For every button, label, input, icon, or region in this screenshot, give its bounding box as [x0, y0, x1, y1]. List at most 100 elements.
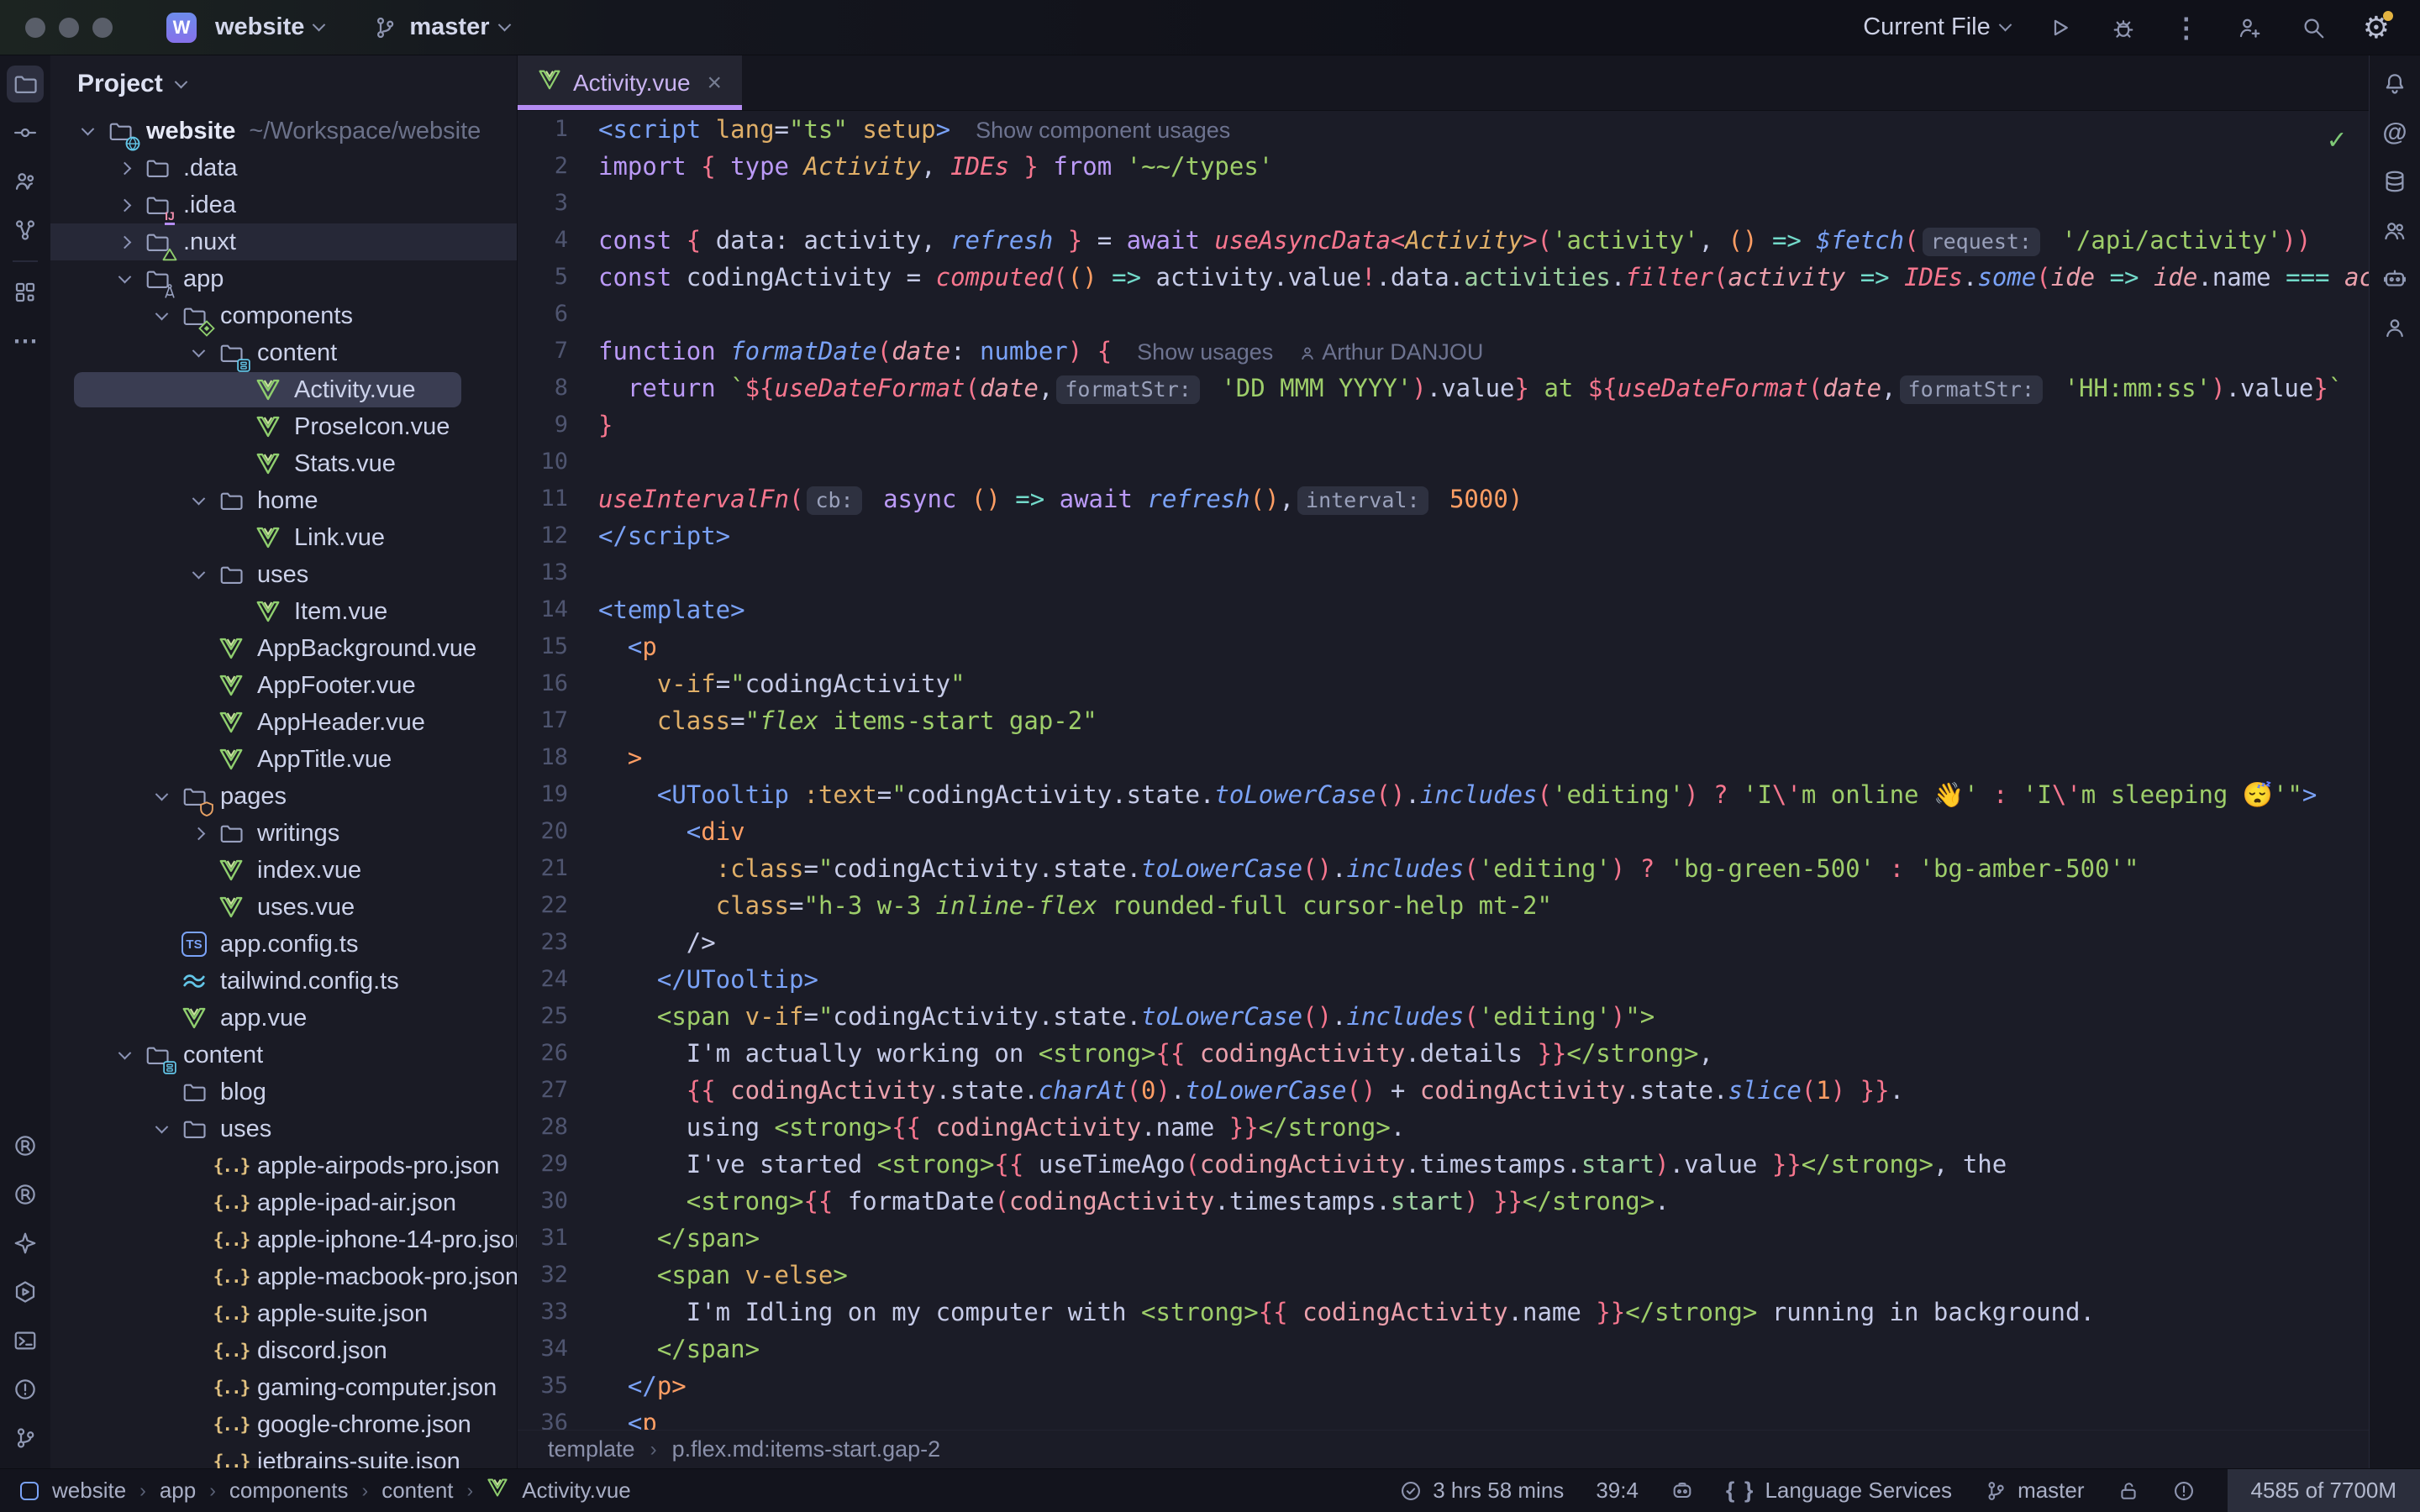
- tree-row-google-chrome.json[interactable]: {..}google-chrome.json: [50, 1406, 517, 1443]
- close-window-icon[interactable]: [25, 18, 45, 38]
- tree-row-.data[interactable]: .data: [50, 150, 517, 186]
- caret-position-widget[interactable]: 39:4: [1596, 1469, 1639, 1512]
- code-line-25[interactable]: 25 <span v-if="codingActivity.state.toLo…: [518, 998, 2369, 1035]
- author-hint[interactable]: Arthur DANJOU: [1298, 339, 1483, 365]
- tree-row-apple-airpods-pro.json[interactable]: {..}apple-airpods-pro.json: [50, 1147, 517, 1184]
- code-line-20[interactable]: 20 <div: [518, 813, 2369, 850]
- add-user-button[interactable]: [2235, 13, 2264, 42]
- code-line-4[interactable]: 4const { data: activity, refresh } = awa…: [518, 222, 2369, 259]
- terminal-tool-button[interactable]: [7, 1322, 44, 1359]
- code-line-19[interactable]: 19 <UTooltip :text="codingActivity.state…: [518, 776, 2369, 813]
- tree-row-app[interactable]: app: [50, 260, 517, 297]
- status-breadcrumb[interactable]: website›app›components›content›Activity.…: [20, 1469, 631, 1512]
- code-line-21[interactable]: 21 :class="codingActivity.state.toLowerC…: [518, 850, 2369, 887]
- project-panel-header[interactable]: Project: [50, 55, 517, 113]
- tree-row-apple-iphone-14-pro.json[interactable]: {..}apple-iphone-14-pro.json: [50, 1221, 517, 1258]
- code-line-29[interactable]: 29 I've started <strong>{{ useTimeAgo(co…: [518, 1146, 2369, 1183]
- chevron-right-icon[interactable]: [118, 235, 131, 249]
- lock-widget[interactable]: [2117, 1469, 2140, 1512]
- code-line-5[interactable]: 5const codingActivity = computed(() => a…: [518, 259, 2369, 296]
- tree-row-Activity.vue[interactable]: Activity.vue: [50, 371, 517, 408]
- code-line-13[interactable]: 13: [518, 554, 2369, 591]
- branch-widget[interactable]: master: [371, 13, 508, 42]
- code-line-2[interactable]: 2import { type Activity, IDEs } from '~~…: [518, 148, 2369, 185]
- project-tool-button[interactable]: [7, 66, 44, 102]
- tree-row-Item.vue[interactable]: Item.vue: [50, 593, 517, 630]
- minimize-window-icon[interactable]: [59, 18, 79, 38]
- tab-activity-vue[interactable]: Activity.vue ×: [518, 55, 742, 110]
- code-line-12[interactable]: 12</script>: [518, 517, 2369, 554]
- run-config-selector[interactable]: Current File: [1863, 13, 2010, 41]
- tree-row-.idea[interactable]: IJ.idea: [50, 186, 517, 223]
- language-services-widget[interactable]: { } Language Services: [1726, 1469, 1952, 1512]
- code-line-16[interactable]: 16 v-if="codingActivity": [518, 665, 2369, 702]
- code-line-24[interactable]: 24 </UTooltip>: [518, 961, 2369, 998]
- tree-row-home[interactable]: home: [50, 482, 517, 519]
- code-line-23[interactable]: 23 />: [518, 924, 2369, 961]
- r-tool-button[interactable]: [7, 1127, 44, 1164]
- tree-row-apple-macbook-pro.json[interactable]: {..}apple-macbook-pro.json: [50, 1258, 517, 1295]
- tree-row-index.vue[interactable]: index.vue: [50, 852, 517, 889]
- search-everywhere-button[interactable]: [2299, 13, 2328, 42]
- vcs-graph-tool-button[interactable]: [7, 212, 44, 249]
- collaboration-users-icon[interactable]: [2376, 212, 2413, 249]
- mention-icon[interactable]: @: [2376, 114, 2413, 151]
- profile-icon[interactable]: [2376, 309, 2413, 346]
- code-line-6[interactable]: 6: [518, 296, 2369, 333]
- version-control-tool-button[interactable]: [7, 1420, 44, 1457]
- tree-row-writings[interactable]: writings: [50, 815, 517, 852]
- tree-row-app.config.ts[interactable]: TSapp.config.ts: [50, 926, 517, 963]
- chevron-down-icon[interactable]: [192, 344, 205, 357]
- tree-row-apple-suite.json[interactable]: {..}apple-suite.json: [50, 1295, 517, 1332]
- inspections-widget[interactable]: [2172, 1469, 2196, 1512]
- chevron-down-icon[interactable]: [155, 787, 168, 801]
- code-line-15[interactable]: 15 <p: [518, 628, 2369, 665]
- chevron-down-icon[interactable]: [155, 1120, 168, 1133]
- code-line-31[interactable]: 31 </span>: [518, 1220, 2369, 1257]
- tree-row-AppFooter.vue[interactable]: AppFooter.vue: [50, 667, 517, 704]
- code-line-30[interactable]: 30 <strong>{{ formatDate(codingActivity.…: [518, 1183, 2369, 1220]
- tree-row-gaming-computer.json[interactable]: {..}gaming-computer.json: [50, 1369, 517, 1406]
- tree-row-Stats.vue[interactable]: Stats.vue: [50, 445, 517, 482]
- tree-row-AppTitle.vue[interactable]: AppTitle.vue: [50, 741, 517, 778]
- run-button[interactable]: [2045, 13, 2074, 42]
- code-line-11[interactable]: 11useIntervalFn(cb: async () => await re…: [518, 480, 2369, 517]
- r-tool-button-2[interactable]: [7, 1176, 44, 1213]
- code-line-17[interactable]: 17 class="flex items-start gap-2": [518, 702, 2369, 739]
- tree-row-discord.json[interactable]: {..}discord.json: [50, 1332, 517, 1369]
- more-tools-button[interactable]: ⋯: [7, 323, 44, 360]
- code-line-35[interactable]: 35 </p>: [518, 1368, 2369, 1404]
- time-tracker-widget[interactable]: 3 hrs 58 mins: [1399, 1469, 1564, 1512]
- usages-hint[interactable]: Show component usages: [976, 118, 1230, 143]
- chevron-down-icon[interactable]: [192, 565, 205, 579]
- more-actions-button[interactable]: ⋮: [2173, 12, 2200, 44]
- tree-row-pages[interactable]: pages: [50, 778, 517, 815]
- code-line-34[interactable]: 34 </span>: [518, 1331, 2369, 1368]
- status-path-item[interactable]: components: [229, 1478, 349, 1504]
- close-tab-icon[interactable]: ×: [708, 71, 723, 96]
- status-branch-widget[interactable]: master: [1984, 1469, 2084, 1512]
- copilot-widget[interactable]: [1670, 1469, 1694, 1512]
- chevron-down-icon[interactable]: [118, 1046, 131, 1059]
- chevron-down-icon[interactable]: [155, 307, 168, 320]
- database-tool-button[interactable]: [2376, 163, 2413, 200]
- code-line-27[interactable]: 27 {{ codingActivity.state.charAt(0).toL…: [518, 1072, 2369, 1109]
- memory-indicator[interactable]: 4585 of 7700M: [2228, 1469, 2420, 1512]
- code-line-18[interactable]: 18 >: [518, 739, 2369, 776]
- settings-sync-tool-button[interactable]: [7, 1225, 44, 1262]
- tree-row-Link.vue[interactable]: Link.vue: [50, 519, 517, 556]
- usages-hint[interactable]: Show usages: [1137, 339, 1273, 365]
- project-widget[interactable]: website: [215, 13, 324, 41]
- tree-row-uses[interactable]: uses: [50, 556, 517, 593]
- tree-row-components[interactable]: components: [50, 297, 517, 334]
- code-line-9[interactable]: 9}: [518, 407, 2369, 444]
- settings-button[interactable]: ⚙: [2363, 13, 2390, 43]
- code-line-3[interactable]: 3: [518, 185, 2369, 222]
- problems-tool-button[interactable]: [7, 1371, 44, 1408]
- code-line-14[interactable]: 14<template>: [518, 591, 2369, 628]
- code-line-36[interactable]: 36 <p: [518, 1404, 2369, 1430]
- tree-row-content[interactable]: content: [50, 334, 517, 371]
- tree-row-.nuxt[interactable]: .nuxt: [50, 223, 517, 260]
- status-path-item[interactable]: content: [381, 1478, 453, 1504]
- notifications-bell-icon[interactable]: [2376, 66, 2413, 102]
